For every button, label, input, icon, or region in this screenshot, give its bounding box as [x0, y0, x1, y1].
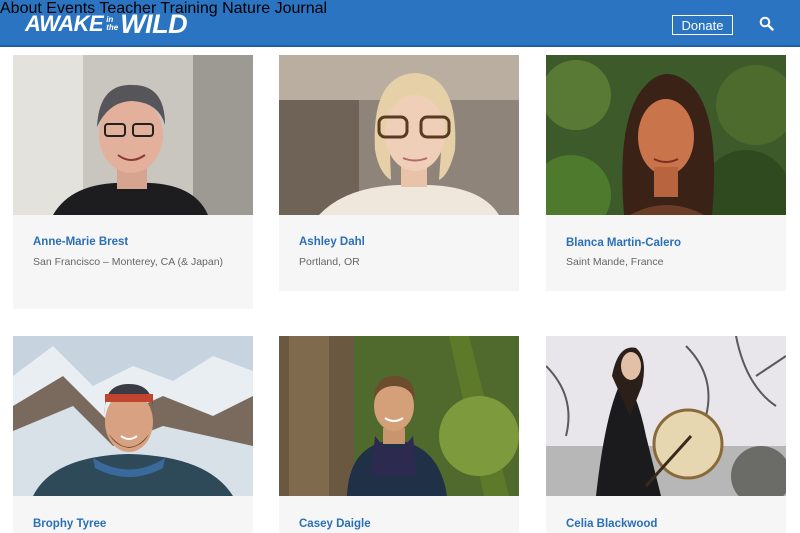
- teacher-name[interactable]: Ashley Dahl: [299, 236, 365, 248]
- teacher-name[interactable]: Brophy Tyree: [33, 518, 106, 530]
- teacher-location: San Francisco – Monterey, CA (& Japan): [33, 256, 224, 268]
- logo-word-awake: AWAKE: [25, 11, 104, 36]
- teacher-card: Blanca Martin-Calero Saint Mande, France: [546, 55, 786, 291]
- logo-word-wild: WILD: [120, 8, 188, 39]
- teacher-name[interactable]: Celia Blackwood: [566, 518, 657, 530]
- teacher-location: Portland, OR: [299, 256, 360, 268]
- teacher-photo[interactable]: [13, 336, 253, 496]
- teacher-photo[interactable]: [279, 336, 519, 496]
- logo-word-the: the: [106, 23, 119, 32]
- site-logo[interactable]: AWAKE in the WILD: [25, 8, 188, 40]
- teacher-photo[interactable]: [546, 336, 786, 496]
- teacher-card: Ashley Dahl Portland, OR: [279, 55, 519, 291]
- teacher-name[interactable]: Casey Daigle: [299, 518, 371, 530]
- search-icon[interactable]: [759, 16, 774, 31]
- site-header: AWAKE in the WILD About Events Teacher T…: [0, 0, 800, 47]
- teacher-photo[interactable]: [279, 55, 519, 215]
- teacher-name[interactable]: Anne-Marie Brest: [33, 236, 128, 248]
- teacher-location: Saint Mande, France: [566, 256, 664, 268]
- teacher-card: Celia Blackwood: [546, 336, 786, 533]
- teacher-photo[interactable]: [13, 55, 253, 215]
- teacher-card: Casey Daigle: [279, 336, 519, 533]
- teacher-photo[interactable]: [546, 55, 786, 215]
- teacher-card: Anne-Marie Brest San Francisco – Montere…: [13, 55, 253, 309]
- nav-nature-journal[interactable]: Nature Journal: [222, 0, 327, 17]
- teacher-name[interactable]: Blanca Martin-Calero: [566, 237, 681, 249]
- donate-button[interactable]: Donate: [672, 15, 733, 35]
- teacher-card: Brophy Tyree: [13, 336, 253, 533]
